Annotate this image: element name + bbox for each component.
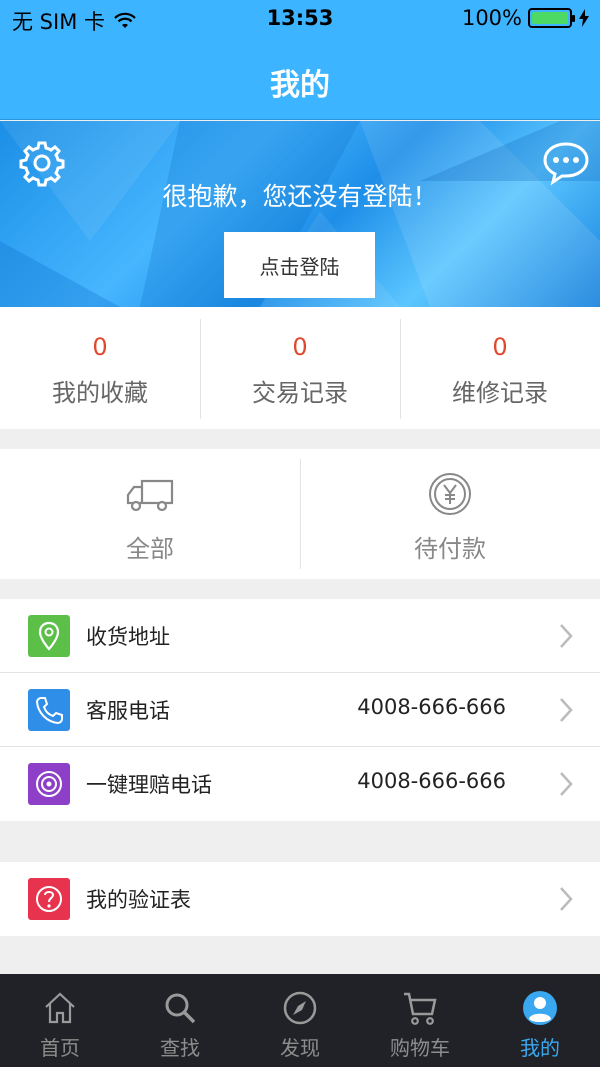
menu-value: 4008-666-666: [357, 695, 506, 719]
charging-icon: [579, 9, 589, 27]
tab-cart[interactable]: 购物车: [360, 974, 480, 1067]
orders-pending-payment[interactable]: 待付款: [300, 449, 600, 579]
nav-bar: 我的: [0, 40, 600, 120]
question-icon: [28, 878, 70, 920]
stats-panel: 0 我的收藏 0 交易记录 0 维修记录: [0, 307, 600, 429]
menu-label: 客服电话: [86, 699, 170, 723]
menu-row-claim-phone[interactable]: 一键理赔电话 4008-666-666: [0, 747, 600, 821]
yen-coin-icon: [429, 473, 471, 515]
truck-icon: [126, 479, 174, 512]
battery-group: 100%: [462, 6, 590, 30]
chevron-right-icon: [560, 887, 573, 911]
login-button[interactable]: 点击登陆: [224, 232, 375, 298]
stat-label: 我的收藏: [52, 379, 148, 407]
menu-label: 收货地址: [86, 625, 170, 649]
chevron-right-icon: [560, 698, 573, 722]
stat-count: 0: [492, 333, 508, 361]
menu-row-verification[interactable]: 我的验证表: [0, 862, 600, 936]
menu-label: 一键理赔电话: [86, 773, 212, 797]
status-bar: 无 SIM 卡 13:53 100%: [0, 0, 600, 40]
tab-label: 首页: [40, 1036, 80, 1060]
stat-label: 交易记录: [252, 379, 348, 407]
orders-all[interactable]: 全部: [0, 449, 300, 579]
menu-label: 我的验证表: [86, 888, 191, 912]
stat-favorites[interactable]: 0 我的收藏: [0, 307, 200, 429]
stat-label: 维修记录: [452, 379, 548, 407]
stat-transactions[interactable]: 0 交易记录: [200, 307, 400, 429]
stat-count: 0: [292, 333, 308, 361]
orders-label: 待付款: [414, 535, 486, 563]
page-title: 我的: [270, 68, 330, 103]
battery-percent: 100%: [461, 6, 522, 30]
tab-label: 购物车: [390, 1036, 450, 1060]
menu-row-service-phone[interactable]: 客服电话 4008-666-666: [0, 673, 600, 747]
stat-repairs[interactable]: 0 维修记录: [400, 307, 600, 429]
menu-value: 4008-666-666: [357, 769, 506, 793]
tab-home[interactable]: 首页: [0, 974, 120, 1067]
tab-discover[interactable]: 发现: [240, 974, 360, 1067]
battery-icon: [528, 8, 575, 28]
menu-group: 收货地址 客服电话 4008-666-666 一键理赔电话 4008-666-6…: [0, 599, 600, 821]
cart-icon: [404, 992, 437, 1025]
orders-panel: 全部 待付款: [0, 449, 600, 579]
target-icon: [28, 763, 70, 805]
tab-label: 发现: [280, 1036, 320, 1060]
home-icon: [45, 992, 75, 1024]
tab-bar: 首页 查找 发现 购物车 我的: [0, 974, 600, 1067]
tab-label: 我的: [520, 1036, 560, 1060]
chevron-right-icon: [560, 772, 573, 796]
tab-mine[interactable]: 我的: [480, 974, 600, 1067]
tab-label: 查找: [160, 1036, 200, 1060]
login-banner: 很抱歉，您还没有登陆！ 点击登陆: [0, 121, 600, 307]
menu-group: 我的验证表: [0, 862, 600, 936]
menu-row-address[interactable]: 收货地址: [0, 599, 600, 673]
stat-count: 0: [92, 333, 108, 361]
tab-search[interactable]: 查找: [120, 974, 240, 1067]
chevron-right-icon: [560, 624, 573, 648]
battery-fill: [532, 12, 568, 24]
orders-label: 全部: [126, 535, 174, 563]
login-prompt: 很抱歉，您还没有登陆！: [162, 182, 438, 211]
search-icon: [165, 993, 196, 1024]
compass-icon: [283, 991, 317, 1025]
location-pin-icon: [28, 615, 70, 657]
phone-icon: [28, 689, 70, 731]
user-icon: [523, 991, 557, 1025]
